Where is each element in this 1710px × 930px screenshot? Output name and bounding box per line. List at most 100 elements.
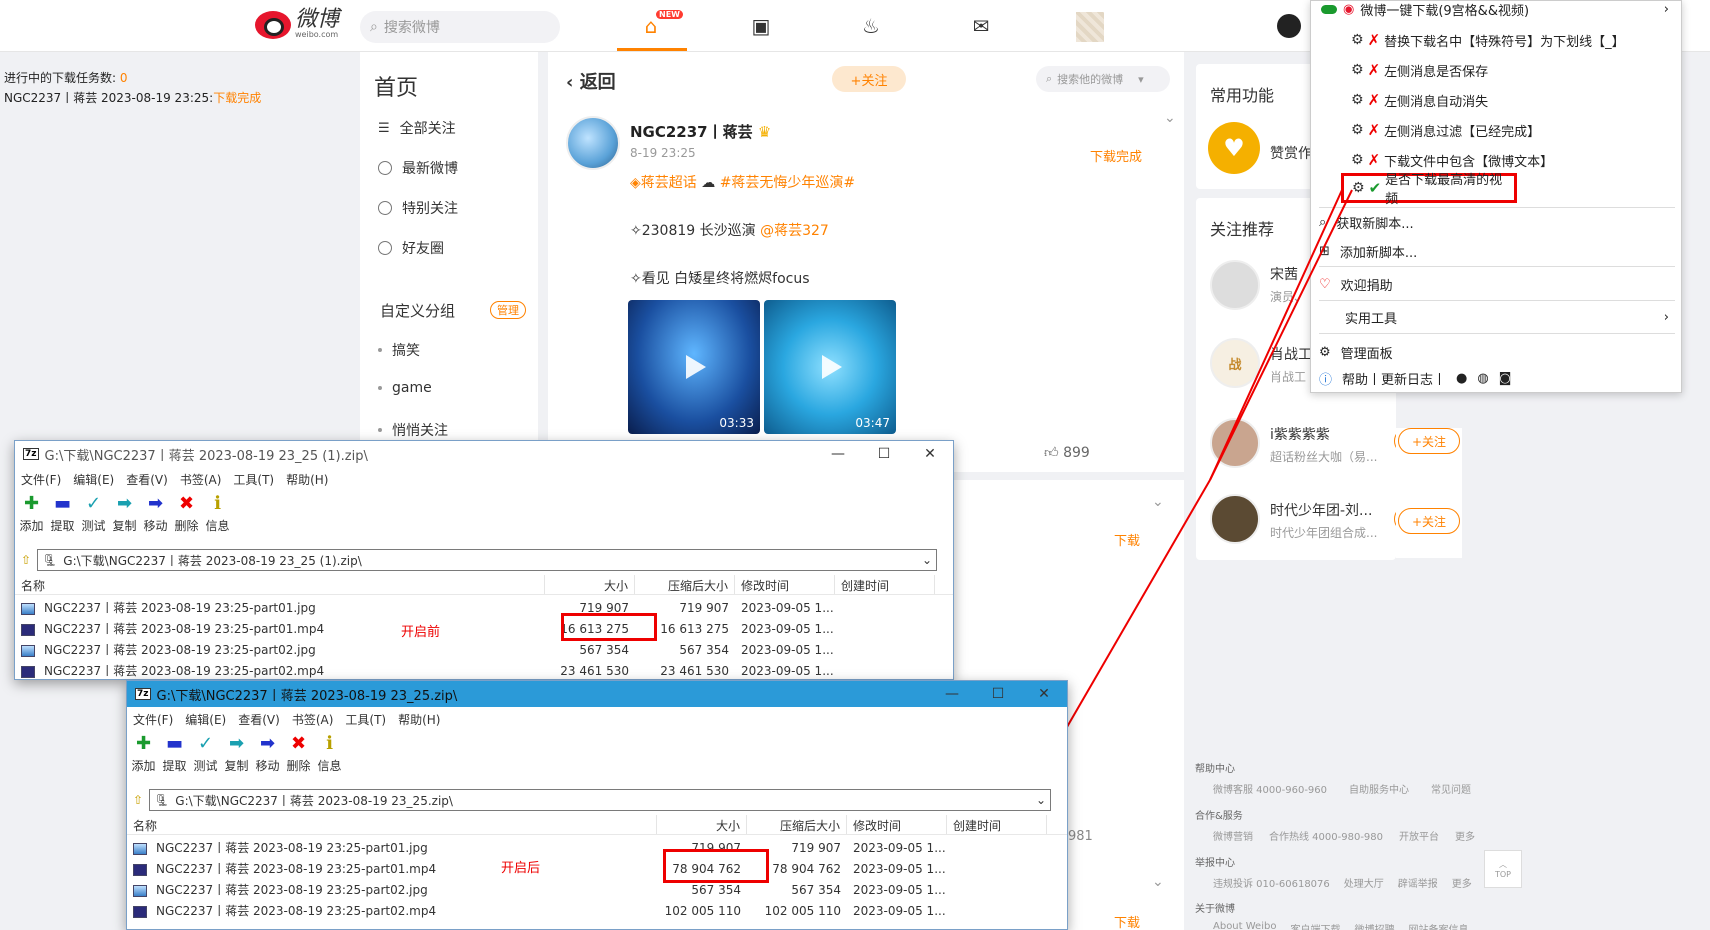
header-size[interactable]: 大小 <box>657 815 747 834</box>
add-button[interactable]: ✚ 添加 <box>131 733 156 774</box>
zip-file-icon: 🗜︎ <box>42 553 58 567</box>
table-row[interactable]: NGC2237丨蒋芸 2023-08-19 23:25-part01.mp4 78… <box>127 859 1067 878</box>
menu-bookmarks[interactable]: 书签(A) <box>292 711 334 728</box>
maximize-button[interactable]: ☐ <box>975 681 1021 707</box>
header-name[interactable]: 名称 <box>15 575 545 594</box>
menu-bar: 文件(F) 编辑(E) 查看(V) 书签(A) 工具(T) 帮助(H) <box>21 471 328 488</box>
menu-edit[interactable]: 编辑(E) <box>185 711 226 728</box>
menu-view[interactable]: 查看(V) <box>238 711 280 728</box>
table-row[interactable]: NGC2237丨蒋芸 2023-08-19 23:25-part01.jpg 71… <box>15 598 953 617</box>
menu-file[interactable]: 文件(F) <box>133 711 173 728</box>
file-modified: 2023-09-05 1... <box>741 642 834 657</box>
move-button[interactable]: ➡ 移动 <box>255 733 280 774</box>
file-size: 567 354 <box>579 642 629 657</box>
header-name[interactable]: 名称 <box>127 815 657 834</box>
tool-label: 添加 <box>131 759 156 773</box>
table-row[interactable]: NGC2237丨蒋芸 2023-08-19 23:25-part02.jpg 56… <box>127 880 1067 899</box>
tool-label: 添加 <box>19 519 44 533</box>
file-modified: 2023-09-05 1... <box>853 882 946 897</box>
video-file-icon <box>133 905 147 918</box>
file-modified: 2023-09-05 1... <box>853 861 946 876</box>
menu-view[interactable]: 查看(V) <box>126 471 168 488</box>
header-modified[interactable]: 修改时间 <box>735 575 835 594</box>
table-row[interactable]: NGC2237丨蒋芸 2023-08-19 23:25-part02.mp4 23… <box>15 661 953 680</box>
header-packed[interactable]: 压缩后大小 <box>635 575 735 594</box>
title-bar[interactable]: 7z G:\下载\NGC2237丨蒋芸 2023-08-19 23_25 (1).… <box>15 441 953 467</box>
menu-tools[interactable]: 工具(T) <box>345 711 386 728</box>
tool-label: 信息 <box>205 519 230 533</box>
table-row[interactable]: NGC2237丨蒋芸 2023-08-19 23:25-part02.mp4 10… <box>127 901 1067 920</box>
plus-icon: ✚ <box>135 733 152 754</box>
minimize-button[interactable]: — <box>929 681 975 707</box>
minimize-button[interactable]: — <box>815 441 861 467</box>
table-row[interactable]: NGC2237丨蒋芸 2023-08-19 23:25-part02.jpg 56… <box>15 640 953 659</box>
toolbar: ✚ 添加 ▬ 提取 ✓ 测试 ➡ 复制 ➡ 移动 ✖ 删除 ℹ 信息 <box>19 493 230 534</box>
extract-button[interactable]: ▬ 提取 <box>162 733 187 774</box>
menu-help[interactable]: 帮助(H) <box>286 471 328 488</box>
annotation-after: 开启后 <box>501 861 541 876</box>
video-file-icon <box>21 665 35 678</box>
chevron-down-icon: ⌄ <box>922 553 933 567</box>
copy-button[interactable]: ➡ 复制 <box>112 493 137 534</box>
image-file-icon <box>21 602 35 615</box>
header-size[interactable]: 大小 <box>545 575 635 594</box>
close-button[interactable]: ✕ <box>1021 681 1067 707</box>
image-file-icon <box>21 644 35 657</box>
zip-window-after: 7z G:\下载\NGC2237丨蒋芸 2023-08-19 23_25.zip\… <box>126 680 1068 930</box>
annotation-arrow <box>1209 189 1343 481</box>
menu-file[interactable]: 文件(F) <box>21 471 61 488</box>
file-name: NGC2237丨蒋芸 2023-08-19 23:25-part01.jpg <box>44 601 316 615</box>
delete-icon: ✖ <box>290 733 307 754</box>
path-text: G:\下载\NGC2237丨蒋芸 2023-08-19 23_25.zip\ <box>175 793 453 808</box>
add-button[interactable]: ✚ 添加 <box>19 493 44 534</box>
window-title: G:\下载\NGC2237丨蒋芸 2023-08-19 23_25 (1).zi… <box>44 448 368 464</box>
maximize-button[interactable]: ☐ <box>861 441 907 467</box>
title-bar[interactable]: 7z G:\下载\NGC2237丨蒋芸 2023-08-19 23_25.zip\ <box>127 681 1067 707</box>
up-folder-icon[interactable]: ⇧ <box>133 793 143 807</box>
size-highlight-box <box>663 849 769 883</box>
close-button[interactable]: ✕ <box>907 441 953 467</box>
header-created[interactable]: 创建时间 <box>947 815 1047 834</box>
file-packed: 567 354 <box>791 882 841 897</box>
file-packed: 102 005 110 <box>764 903 841 918</box>
menu-edit[interactable]: 编辑(E) <box>73 471 114 488</box>
test-button[interactable]: ✓ 测试 <box>193 733 218 774</box>
info-button[interactable]: ℹ 信息 <box>205 493 230 534</box>
info-button[interactable]: ℹ 信息 <box>317 733 342 774</box>
tool-label: 测试 <box>193 759 218 773</box>
check-icon: ✓ <box>85 493 102 514</box>
file-modified: 2023-09-05 1... <box>741 621 834 636</box>
zip-file-icon: 🗜︎ <box>154 793 170 807</box>
menu-help[interactable]: 帮助(H) <box>398 711 440 728</box>
file-packed: 567 354 <box>679 642 729 657</box>
header-packed[interactable]: 压缩后大小 <box>747 815 847 834</box>
move-arrow-icon: ➡ <box>147 493 164 514</box>
menu-tools[interactable]: 工具(T) <box>233 471 274 488</box>
file-modified: 2023-09-05 1... <box>853 903 946 918</box>
column-headers: 名称 大小 压缩后大小 修改时间 创建时间 <box>127 815 1067 835</box>
header-modified[interactable]: 修改时间 <box>847 815 947 834</box>
up-folder-icon[interactable]: ⇧ <box>21 553 31 567</box>
table-row[interactable]: NGC2237丨蒋芸 2023-08-19 23:25-part01.jpg 71… <box>127 838 1067 857</box>
copy-button[interactable]: ➡ 复制 <box>224 733 249 774</box>
table-row[interactable]: NGC2237丨蒋芸 2023-08-19 23:25-part01.mp4 16… <box>15 619 953 638</box>
plus-icon: ✚ <box>23 493 40 514</box>
file-name: NGC2237丨蒋芸 2023-08-19 23:25-part01.jpg <box>156 841 428 855</box>
path-input[interactable]: 🗜︎ G:\下载\NGC2237丨蒋芸 2023-08-19 23_25.zip\… <box>149 789 1052 811</box>
minus-icon: ▬ <box>165 733 183 754</box>
7zip-icon: 7z <box>135 688 151 700</box>
info-icon: ℹ <box>326 733 333 754</box>
delete-button[interactable]: ✖ 删除 <box>286 733 311 774</box>
menu-bookmarks[interactable]: 书签(A) <box>180 471 222 488</box>
move-button[interactable]: ➡ 移动 <box>143 493 168 534</box>
header-created[interactable]: 创建时间 <box>835 575 935 594</box>
tool-label: 信息 <box>317 759 342 773</box>
toolbar: ✚ 添加 ▬ 提取 ✓ 测试 ➡ 复制 ➡ 移动 ✖ 删除 ℹ 信息 <box>131 733 342 774</box>
delete-button[interactable]: ✖ 删除 <box>174 493 199 534</box>
test-button[interactable]: ✓ 测试 <box>81 493 106 534</box>
image-file-icon <box>133 842 147 855</box>
path-input[interactable]: 🗜︎ G:\下载\NGC2237丨蒋芸 2023-08-19 23_25 (1).… <box>37 549 938 571</box>
tool-label: 提取 <box>50 519 75 533</box>
file-modified: 2023-09-05 1... <box>853 840 946 855</box>
extract-button[interactable]: ▬ 提取 <box>50 493 75 534</box>
